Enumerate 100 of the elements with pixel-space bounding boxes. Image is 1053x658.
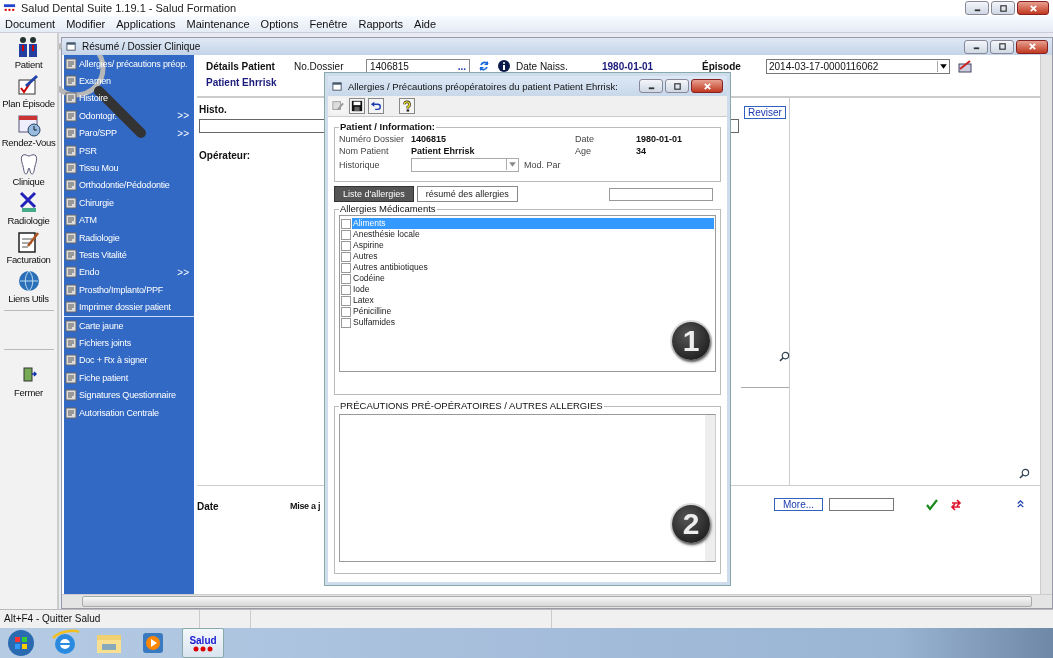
nav-item[interactable]: Doc + Rx à signer	[64, 351, 194, 370]
minimize-button[interactable]	[639, 79, 663, 93]
nav-item[interactable]: Chirurgie	[64, 194, 194, 212]
checkbox[interactable]	[341, 284, 351, 295]
close-button[interactable]	[1016, 39, 1048, 54]
checkbox[interactable]	[341, 273, 351, 284]
tool-label[interactable]: Patient	[14, 59, 43, 70]
tab[interactable]: résumé des allergies	[416, 186, 518, 202]
taskbar-app-button[interactable]: Salud	[182, 628, 224, 658]
nav-item[interactable]: Tissu Mou	[64, 159, 194, 177]
tool-label[interactable]: Liens Utils	[8, 293, 49, 304]
globe-icon[interactable]	[16, 269, 41, 293]
search-field[interactable]	[609, 187, 713, 201]
checkbox[interactable]	[341, 240, 351, 251]
nav-item[interactable]: Paro/SPP >>	[64, 124, 194, 142]
swap-icon[interactable]	[950, 499, 962, 511]
list-item[interactable]: Codéine	[352, 273, 714, 284]
minimize-button[interactable]	[964, 39, 988, 54]
menu-item[interactable]: Options	[260, 18, 299, 30]
refresh-icon[interactable]	[478, 60, 490, 72]
checkmark-icon[interactable]	[926, 499, 938, 511]
checkbox[interactable]	[341, 317, 351, 328]
minimize-button[interactable]	[965, 1, 989, 15]
double-caret-up-icon[interactable]	[1016, 499, 1025, 508]
nav-item[interactable]: Imprimer dossier patient	[64, 298, 194, 316]
nav-item[interactable]: Orthodontie/Pédodontie	[64, 176, 194, 195]
menu-item[interactable]: Applications	[116, 18, 176, 30]
maximize-button[interactable]	[665, 79, 689, 93]
step-number-badge: 2	[672, 505, 710, 543]
help-button[interactable]	[399, 98, 415, 114]
maximize-button[interactable]	[990, 39, 1014, 54]
list-item[interactable]: Aspirine	[352, 240, 714, 251]
input-field[interactable]	[829, 498, 894, 511]
checkbox[interactable]	[341, 229, 351, 240]
form-icon	[65, 406, 77, 419]
nav-item[interactable]: Signatures Questionnaire	[64, 386, 194, 404]
clipboard-icon[interactable]	[16, 74, 41, 98]
maximize-button[interactable]	[991, 1, 1015, 15]
calendar-icon[interactable]	[16, 113, 41, 137]
submenu-arrow: >>	[177, 110, 189, 122]
tool-label[interactable]: Clinique	[12, 176, 45, 187]
history-dropdown[interactable]	[411, 157, 519, 172]
tab[interactable]: Liste d'allergies	[334, 186, 414, 202]
nav-item[interactable]: Prostho/Implanto/PPF	[64, 281, 194, 299]
menu-item[interactable]: Maintenance	[186, 18, 250, 30]
tool-label[interactable]: Facturation	[6, 254, 51, 265]
horizontal-scrollbar[interactable]	[62, 594, 1052, 608]
menu-item[interactable]: Modifier	[66, 18, 106, 30]
nav-item[interactable]: Carte jaune	[64, 316, 194, 335]
nav-item[interactable]: Endo >>	[64, 263, 194, 282]
search-icon[interactable]	[1019, 468, 1030, 479]
menu-item[interactable]: Fenêtre	[309, 18, 348, 30]
vertical-scrollbar[interactable]	[1040, 55, 1052, 594]
list-item[interactable]: Pénicilline	[352, 306, 714, 317]
tool-label[interactable]: Radiologie	[7, 215, 50, 226]
list-item[interactable]: Latex	[352, 295, 714, 306]
nav-item[interactable]: Fichiers joints	[64, 334, 194, 352]
checkbox[interactable]	[341, 306, 351, 317]
menu-item[interactable]: Aide	[414, 18, 437, 30]
document-icon[interactable]	[16, 230, 41, 254]
column-header: Date	[197, 501, 220, 512]
menu-item[interactable]: Document	[5, 18, 56, 30]
checkbox[interactable]	[341, 262, 351, 273]
nav-item[interactable]: Tests Vitalité	[64, 246, 194, 264]
browse-button[interactable]: ...	[457, 60, 466, 72]
nav-item[interactable]: Autorisation Centrale	[64, 403, 194, 422]
list-item[interactable]: Autres	[352, 251, 714, 262]
form-icon	[65, 354, 77, 367]
search-icon[interactable]	[779, 351, 790, 362]
checkbox[interactable]	[341, 251, 351, 262]
edit-icon	[332, 100, 344, 112]
list-item[interactable]: Autres antibiotiques	[352, 262, 714, 273]
list-item[interactable]: Iode	[352, 284, 714, 295]
revise-button[interactable]: Reviser	[744, 106, 786, 119]
form-icon	[65, 301, 77, 314]
tool-label[interactable]: Rendez-Vous	[1, 137, 56, 148]
nav-item[interactable]: Radiologie	[64, 228, 194, 247]
episode-tool-icon[interactable]	[958, 59, 972, 73]
checkbox[interactable]	[341, 218, 351, 229]
nav-item[interactable]: ATM	[64, 211, 194, 229]
list-item[interactable]: Anesthésie locale	[352, 229, 714, 240]
tool-label[interactable]: Plan Épisode	[2, 98, 55, 109]
question-mark-icon	[401, 100, 413, 112]
undo-button[interactable]	[368, 98, 384, 114]
vertical-scrollbar[interactable]	[705, 415, 715, 561]
nav-item[interactable]: Odontogr. >>	[64, 107, 194, 125]
tool-label[interactable]: Fermer	[14, 387, 43, 398]
step-number-badge: 1	[672, 322, 710, 360]
more-button[interactable]: More...	[774, 498, 823, 511]
start-orb-icon[interactable]	[6, 628, 36, 658]
checkbox[interactable]	[341, 295, 351, 306]
save-button[interactable]	[349, 98, 365, 114]
nav-item[interactable]: Fiche patient	[64, 369, 194, 387]
door-icon[interactable]	[20, 366, 37, 382]
episode-dropdown[interactable]: 2014-03-17-0000116062	[766, 58, 950, 74]
menu-item[interactable]: Rapports	[358, 18, 404, 30]
close-button[interactable]	[1017, 1, 1049, 15]
nav-item[interactable]: PSR	[64, 141, 194, 160]
close-button[interactable]	[691, 79, 723, 93]
info-icon[interactable]	[498, 60, 510, 72]
